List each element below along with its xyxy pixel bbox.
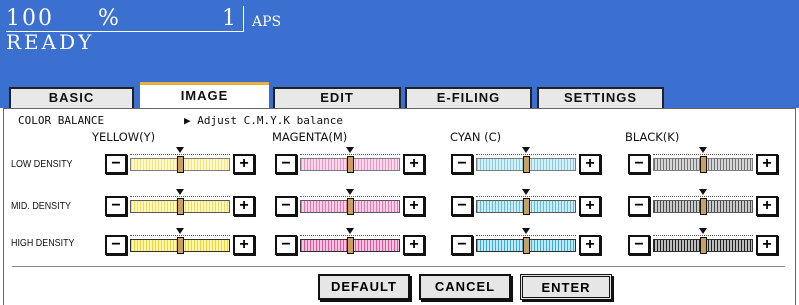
zoom-percent-symbol: % xyxy=(98,6,119,31)
magenta-mid-minus-button[interactable]: − xyxy=(275,196,297,216)
yellow-mid-slider[interactable] xyxy=(130,189,230,216)
slider-knob[interactable] xyxy=(523,156,530,173)
slider-knob[interactable] xyxy=(347,237,354,254)
slider-knob[interactable] xyxy=(177,237,184,254)
cyan-mid-minus-button[interactable]: − xyxy=(451,196,473,216)
yellow-low-slider[interactable] xyxy=(130,147,230,174)
slider-knob[interactable] xyxy=(177,156,184,173)
black-mid-plus-button[interactable]: + xyxy=(756,196,778,216)
cyan-low-slider[interactable] xyxy=(476,147,576,174)
slider-knob[interactable] xyxy=(347,198,354,215)
black-mid-slider[interactable] xyxy=(653,189,753,216)
center-marker-icon xyxy=(522,147,530,153)
magenta-mid-plus-button[interactable]: + xyxy=(403,196,425,216)
center-marker-icon xyxy=(522,189,530,195)
black-low-minus-button[interactable]: − xyxy=(628,154,650,174)
black-low-slider[interactable] xyxy=(653,147,753,174)
tab-settings[interactable]: SETTINGS xyxy=(537,87,664,108)
slider-knob[interactable] xyxy=(177,198,184,215)
slider-knob[interactable] xyxy=(700,198,707,215)
status-divider xyxy=(243,6,244,32)
yellow-mid-plus-button[interactable]: + xyxy=(233,196,255,216)
black-high-plus-button[interactable]: + xyxy=(756,235,778,255)
black-high-minus-button[interactable]: − xyxy=(628,235,650,255)
yellow-high-plus-button[interactable]: + xyxy=(233,235,255,255)
center-marker-icon xyxy=(699,147,707,153)
column-header-black: BLACK(K) xyxy=(625,130,680,144)
row-label-mid-density: MID. DENSITY xyxy=(11,200,72,212)
yellow-high-minus-button[interactable]: − xyxy=(105,235,127,255)
column-header-cyan: CYAN (C) xyxy=(450,130,502,144)
black-low-plus-button[interactable]: + xyxy=(756,154,778,174)
magenta-mid-slider[interactable] xyxy=(300,189,400,216)
slider-knob[interactable] xyxy=(347,156,354,173)
black-high-slider[interactable] xyxy=(653,228,753,255)
copies-count: 100 xyxy=(6,6,54,31)
enter-button[interactable]: ENTER xyxy=(520,274,612,300)
center-marker-icon xyxy=(699,189,707,195)
row-label-low-density: LOW DENSITY xyxy=(11,158,73,170)
center-marker-icon xyxy=(522,228,530,234)
column-header-magenta: MAGENTA(M) xyxy=(272,130,348,144)
center-marker-icon xyxy=(699,228,707,234)
paper-size: APS xyxy=(252,14,282,30)
cyan-high-minus-button[interactable]: − xyxy=(451,235,473,255)
center-marker-icon xyxy=(346,147,354,153)
yellow-high-slider[interactable] xyxy=(130,228,230,255)
slider-knob[interactable] xyxy=(523,198,530,215)
tab-e-filing[interactable]: E-FILING xyxy=(405,87,532,108)
cyan-high-plus-button[interactable]: + xyxy=(579,235,601,255)
center-marker-icon xyxy=(176,189,184,195)
cyan-mid-slider[interactable] xyxy=(476,189,576,216)
tab-basic[interactable]: BASIC xyxy=(9,87,134,108)
slider-knob[interactable] xyxy=(700,237,707,254)
cyan-high-slider[interactable] xyxy=(476,228,576,255)
slider-knob[interactable] xyxy=(523,237,530,254)
magenta-low-minus-button[interactable]: − xyxy=(275,154,297,174)
cyan-low-plus-button[interactable]: + xyxy=(579,154,601,174)
cancel-button[interactable]: CANCEL xyxy=(419,274,511,300)
yellow-low-minus-button[interactable]: − xyxy=(105,154,127,174)
center-marker-icon xyxy=(346,228,354,234)
center-marker-icon xyxy=(176,228,184,234)
magenta-high-minus-button[interactable]: − xyxy=(275,235,297,255)
divider xyxy=(12,266,785,267)
magenta-high-slider[interactable] xyxy=(300,228,400,255)
row-label-high-density: HIGH DENSITY xyxy=(11,237,75,249)
center-marker-icon xyxy=(346,189,354,195)
status-area: 100 % 1 APS READY xyxy=(0,0,799,79)
center-marker-icon xyxy=(176,147,184,153)
magenta-high-plus-button[interactable]: + xyxy=(403,235,425,255)
set-count: 1 xyxy=(222,6,236,31)
black-mid-minus-button[interactable]: − xyxy=(628,196,650,216)
slider-knob[interactable] xyxy=(700,156,707,173)
magenta-low-plus-button[interactable]: + xyxy=(403,154,425,174)
default-button[interactable]: DEFAULT xyxy=(318,274,410,300)
column-header-yellow: YELLOW(Y) xyxy=(92,130,156,144)
panel-hint: ▶ Adjust C.M.Y.K balance xyxy=(184,114,343,127)
panel-title: COLOR BALANCE xyxy=(18,114,105,127)
yellow-low-plus-button[interactable]: + xyxy=(233,154,255,174)
tab-image[interactable]: IMAGE xyxy=(140,82,269,110)
yellow-mid-minus-button[interactable]: − xyxy=(105,196,127,216)
cyan-mid-plus-button[interactable]: + xyxy=(579,196,601,216)
magenta-low-slider[interactable] xyxy=(300,147,400,174)
tab-edit[interactable]: EDIT xyxy=(273,87,401,108)
cyan-low-minus-button[interactable]: − xyxy=(451,154,473,174)
status-message: READY xyxy=(6,30,95,54)
